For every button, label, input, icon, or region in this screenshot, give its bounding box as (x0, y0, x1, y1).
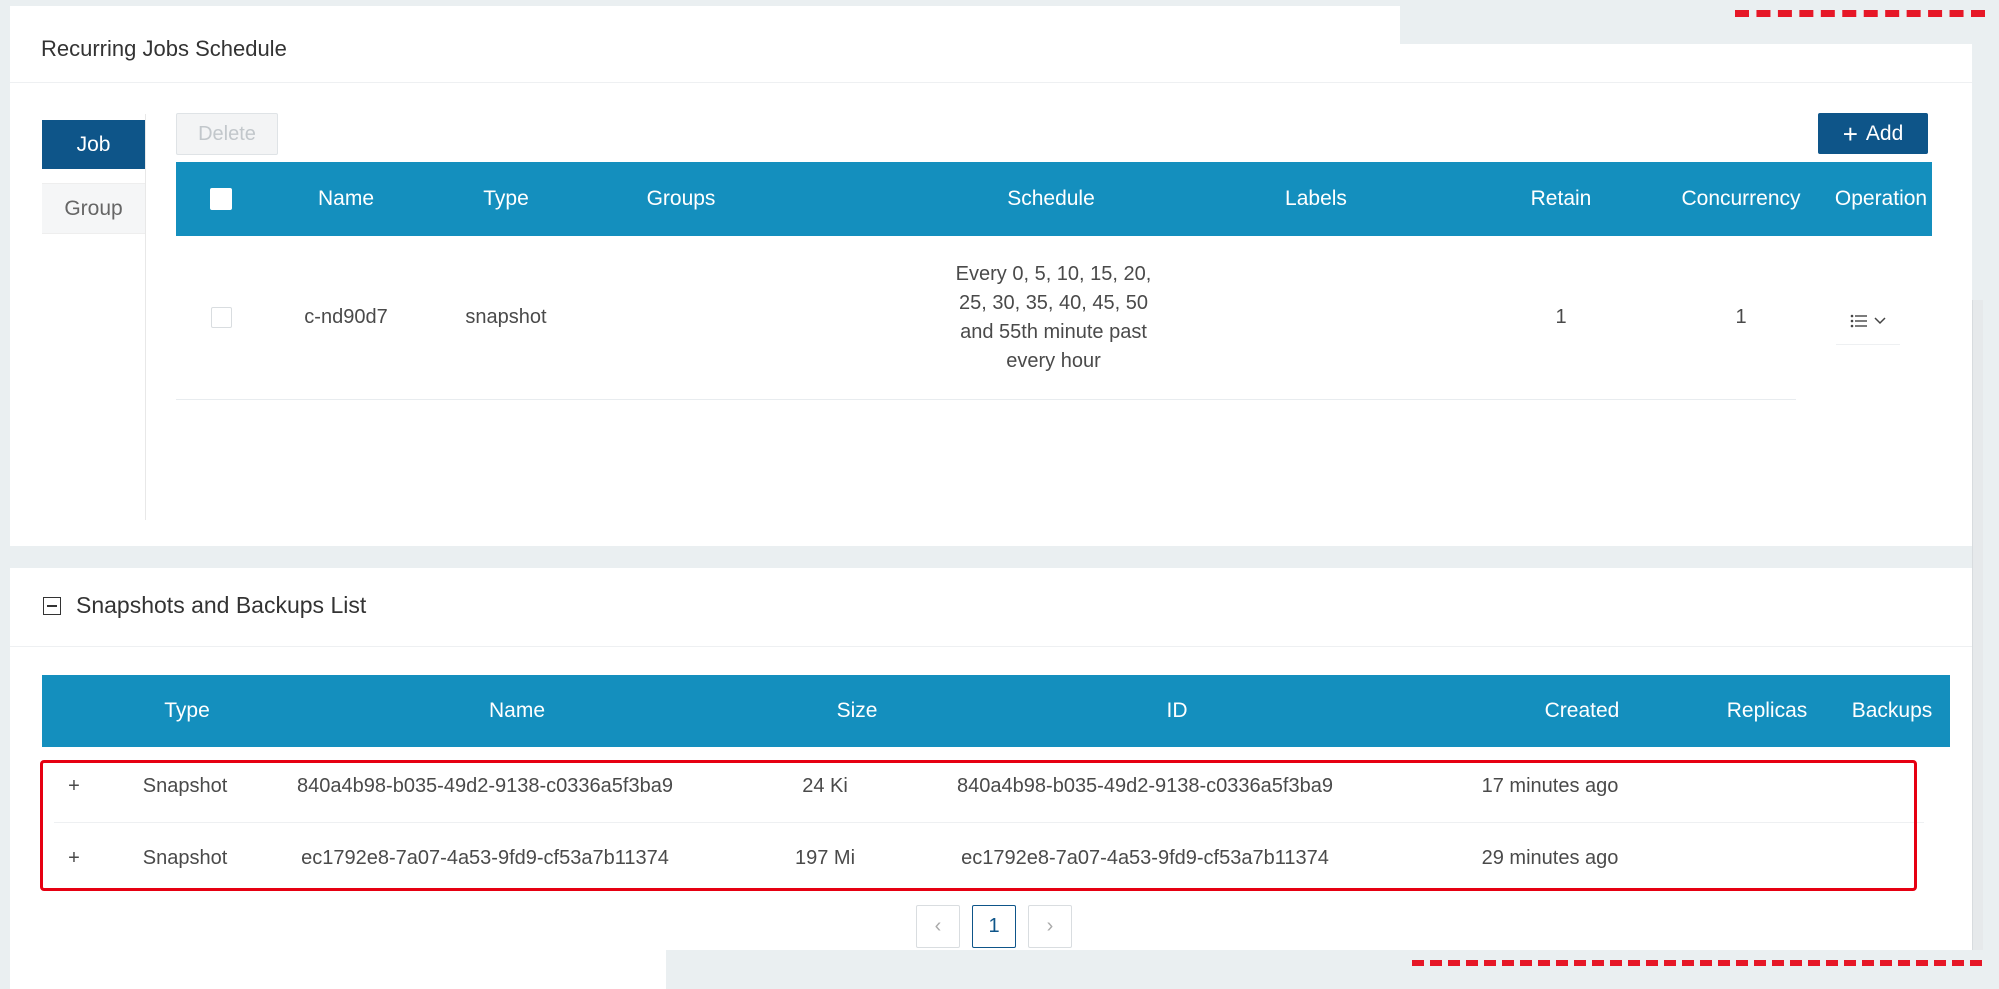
overlay-panel (666, 950, 1999, 989)
expand-row-button[interactable]: + (54, 750, 94, 822)
pagination: ‹ 1 › (916, 905, 1072, 948)
job-name: c-nd90d7 (304, 306, 388, 328)
row-checkbox-cell[interactable] (196, 236, 246, 399)
expand-row-button[interactable]: + (54, 822, 94, 894)
table-row: c-nd90d7 snapshot Every 0, 5, 10, 15, 20… (176, 236, 1796, 400)
col-id[interactable]: ID (982, 675, 1372, 747)
add-button-label: Add (1865, 121, 1904, 145)
backups-title-bar: Snapshots and Backups List (10, 568, 1972, 647)
list-menu-icon (1850, 314, 1867, 327)
snapshot-type: Snapshot (142, 846, 228, 869)
job-retain: 1 (1555, 306, 1567, 328)
plus-icon: + (1842, 118, 1858, 149)
col-labels[interactable]: Labels (1206, 162, 1426, 236)
col-replicas: Replicas (1726, 699, 1808, 722)
snapshot-created: 29 minutes ago (1481, 846, 1619, 869)
snapshot-name: 840a4b98-b035-49d2-9138-c0336a5f3ba9 (297, 774, 673, 797)
snapshot-id: 840a4b98-b035-49d2-9138-c0336a5f3ba9 (957, 774, 1333, 797)
col-operation: Operation (1834, 187, 1928, 210)
collapse-icon[interactable] (43, 597, 61, 615)
job-labels (1206, 236, 1426, 399)
col-size[interactable]: Size (812, 675, 902, 747)
job-groups (586, 236, 776, 399)
col-type[interactable]: Type (436, 162, 576, 236)
overlay-panel (1400, 0, 1999, 44)
jobs-table-header: Name Type Groups Schedule Labels Retain … (176, 162, 1932, 236)
operation-menu-button[interactable] (1835, 314, 1900, 345)
watermark-fragment (1412, 950, 1982, 966)
col-schedule[interactable]: Schedule (936, 162, 1166, 236)
snapshot-type: Snapshot (142, 774, 228, 797)
page-button-current[interactable]: 1 (972, 905, 1016, 948)
snapshot-size: 197 Mi (794, 846, 856, 869)
tab-job[interactable]: Job (42, 120, 145, 169)
snapshot-size: 24 Ki (802, 774, 848, 797)
job-schedule: Every 0, 5, 10, 15, 20, 25, 30, 35, 40, … (955, 262, 1152, 372)
delete-button[interactable]: Delete (176, 113, 278, 155)
jobs-tab-list: Job Group (42, 114, 146, 520)
table-row: + Snapshot 840a4b98-b035-49d2-9138-c0336… (54, 750, 1924, 823)
col-groups[interactable]: Groups (586, 162, 776, 236)
row-checkbox[interactable] (210, 307, 232, 328)
col-name[interactable]: Name (322, 675, 712, 747)
jobs-panel-title: Recurring Jobs Schedule (41, 36, 287, 61)
col-created[interactable]: Created (1482, 675, 1682, 747)
backups-table-header: Type Name Size ID Created Replicas Backu… (42, 675, 1950, 747)
chevron-down-icon (1873, 316, 1886, 324)
col-concurrency[interactable]: Concurrency (1646, 162, 1836, 236)
col-retain[interactable]: Retain (1506, 162, 1616, 236)
col-name[interactable]: Name (266, 162, 426, 236)
col-backups: Backups (1851, 699, 1933, 722)
snapshot-name: ec1792e8-7a07-4a53-9fd9-cf53a7b11374 (301, 846, 669, 869)
select-all-checkbox-cell[interactable] (196, 162, 246, 236)
recurring-jobs-panel: Recurring Jobs Schedule Job Group Delete… (10, 6, 1972, 546)
snapshot-id: ec1792e8-7a07-4a53-9fd9-cf53a7b11374 (961, 846, 1329, 869)
scrollbar[interactable] (1972, 300, 1983, 989)
backups-panel-title: Snapshots and Backups List (76, 592, 367, 618)
job-concurrency: 1 (1735, 306, 1747, 328)
next-page-button[interactable]: › (1028, 905, 1072, 948)
prev-page-button[interactable]: ‹ (916, 905, 960, 948)
tab-group[interactable]: Group (42, 183, 145, 234)
snapshot-created: 17 minutes ago (1481, 774, 1619, 797)
table-row: + Snapshot ec1792e8-7a07-4a53-9fd9-cf53a… (54, 822, 1924, 894)
watermark-fragment (1735, 10, 1985, 35)
col-type[interactable]: Type (127, 675, 247, 747)
select-all-checkbox[interactable] (210, 188, 232, 210)
operation-cell (1820, 246, 1915, 396)
add-button[interactable]: + Add (1818, 113, 1928, 154)
job-type: snapshot (465, 306, 547, 328)
